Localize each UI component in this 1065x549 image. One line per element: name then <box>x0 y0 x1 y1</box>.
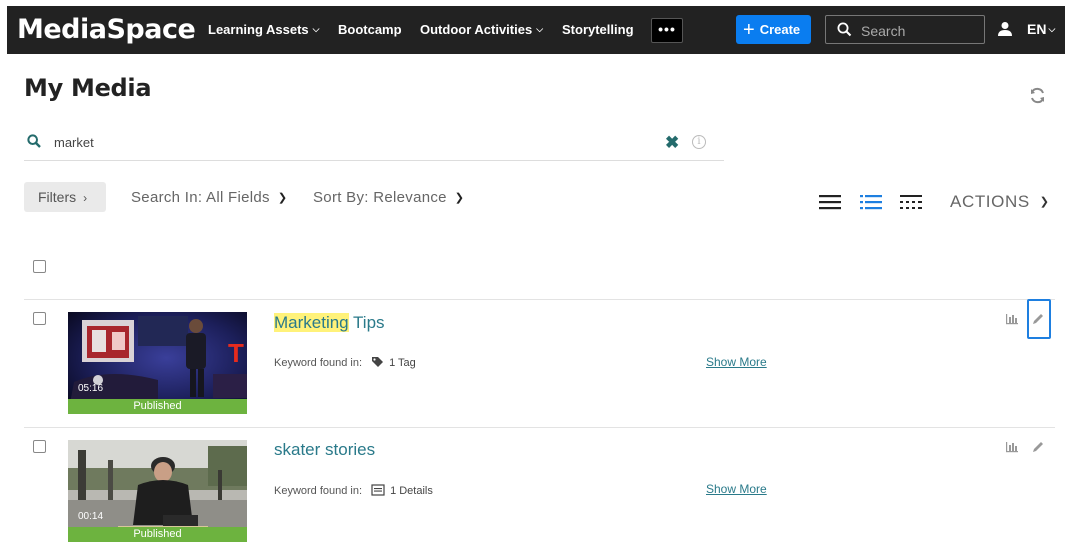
entry-thumbnail[interactable]: T 05:16 Published <box>68 312 247 414</box>
nav-storytelling[interactable]: Storytelling <box>562 22 634 37</box>
divider <box>24 427 1055 428</box>
video-duration: 05:16 <box>78 383 104 394</box>
nav-learning-assets[interactable]: Learning Assets ⌵ <box>208 22 320 37</box>
chevron-down-icon: ⌵ <box>312 24 320 34</box>
show-more-link[interactable]: Show More <box>706 355 767 369</box>
chevron-down-icon: ⌵ <box>1048 24 1056 34</box>
nav-label: Outdoor Activities <box>420 22 533 37</box>
detailed-view-icon[interactable] <box>818 193 842 211</box>
keyword-found-line: Keyword found in: 1 Tag <box>274 356 416 369</box>
keyword-detail-text: 1 Details <box>390 485 433 497</box>
search-in-label: Search In: All Fields <box>131 189 270 206</box>
filters-button[interactable]: Filters › <box>24 182 106 212</box>
status-badge: Published <box>68 399 247 414</box>
divider <box>24 299 1055 300</box>
keyword-label: Keyword found in: <box>274 357 363 369</box>
clear-search-icon[interactable]: ✖ <box>665 134 679 151</box>
plus-icon: + <box>743 19 755 41</box>
page-title: My Media <box>24 74 152 102</box>
nav-outdoor-activities[interactable]: Outdoor Activities ⌵ <box>420 22 543 37</box>
entry-checkbox[interactable] <box>33 440 46 453</box>
video-duration: 00:14 <box>78 511 104 522</box>
keyword-found-line: Keyword found in: 1 Details <box>274 484 433 497</box>
chevron-down-icon: ❯ <box>1039 196 1050 208</box>
user-icon[interactable] <box>998 21 1012 37</box>
keyword-detail[interactable]: 1 Tag <box>371 357 416 369</box>
more-nav-button[interactable]: ••• <box>651 18 683 43</box>
list-view-icon[interactable] <box>859 193 883 211</box>
keyword-label: Keyword found in: <box>274 485 363 497</box>
sort-by-label: Sort By: Relevance <box>313 189 447 206</box>
search-icon <box>837 22 852 37</box>
refresh-icon[interactable] <box>1029 87 1046 104</box>
my-media-search[interactable]: market ✖ i <box>24 124 724 161</box>
chevron-down-icon: ⌵ <box>536 24 544 34</box>
header-search-input[interactable]: Search <box>825 15 985 44</box>
entry-thumbnail[interactable]: 00:14 Published <box>68 440 247 542</box>
title-highlight: Marketing <box>274 313 349 332</box>
search-icon <box>27 134 41 148</box>
nav-label: Learning Assets <box>208 22 309 37</box>
details-icon <box>371 484 385 496</box>
logo[interactable]: MediaSpace <box>17 14 196 45</box>
select-all-checkbox[interactable] <box>33 260 46 273</box>
actions-dropdown[interactable]: ACTIONS ❯ <box>950 192 1050 212</box>
analytics-icon[interactable] <box>1005 313 1019 325</box>
edit-pencil-icon[interactable] <box>1031 312 1045 326</box>
search-in-dropdown[interactable]: Search In: All Fields ❯ <box>131 189 287 206</box>
tag-icon <box>372 357 384 367</box>
filters-label: Filters <box>38 189 77 205</box>
language-label: EN <box>1027 21 1047 37</box>
create-button[interactable]: + Create <box>736 15 811 44</box>
analytics-icon[interactable] <box>1005 441 1019 453</box>
svg-text:T: T <box>228 338 244 368</box>
sort-by-dropdown[interactable]: Sort By: Relevance ❯ <box>313 189 464 206</box>
search-placeholder: Search <box>861 23 906 39</box>
keyword-detail[interactable]: 1 Details <box>371 484 433 497</box>
title-text: skater stories <box>274 440 376 459</box>
actions-label: ACTIONS <box>950 192 1030 211</box>
entry-title-link[interactable]: Marketing Tips <box>274 313 385 333</box>
title-text: Tips <box>348 313 385 332</box>
chevron-down-icon: ❯ <box>277 192 288 204</box>
status-badge: Published <box>68 527 247 542</box>
compact-view-icon[interactable] <box>899 193 923 211</box>
nav-bootcamp[interactable]: Bootcamp <box>338 22 402 37</box>
nav-label: Bootcamp <box>338 22 402 37</box>
chevron-down-icon: ❯ <box>454 192 465 204</box>
create-label: Create <box>759 22 801 37</box>
chevron-right-icon: › <box>83 191 88 205</box>
keyword-detail-text: 1 Tag <box>389 357 416 369</box>
info-icon[interactable]: i <box>692 135 706 149</box>
nav-label: Storytelling <box>562 22 634 37</box>
top-navigation-bar: MediaSpace Learning Assets ⌵ Bootcamp Out… <box>7 6 1065 54</box>
show-more-link[interactable]: Show More <box>706 482 767 496</box>
search-query[interactable]: market <box>54 135 94 150</box>
entry-title-link[interactable]: skater stories <box>274 440 375 460</box>
edit-pencil-icon[interactable] <box>1031 440 1045 454</box>
entry-checkbox[interactable] <box>33 312 46 325</box>
language-selector[interactable]: EN ⌵ <box>1027 21 1055 37</box>
